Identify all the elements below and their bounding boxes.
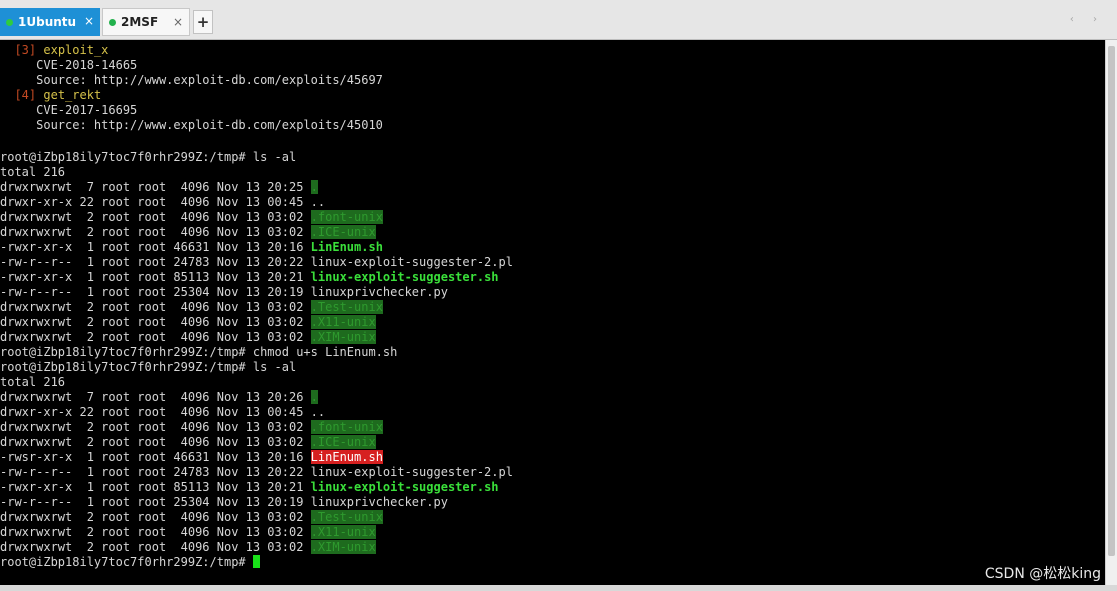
listing-meta: -rwxr-xr-x 1 root root 85113 Nov 13 20:2… bbox=[0, 480, 311, 494]
scrollbar-thumb[interactable] bbox=[1108, 46, 1115, 556]
prompt-line: root@iZbp18ily7toc7f0rhr299Z:/tmp# ls -a… bbox=[0, 150, 297, 164]
listing-row: -rwxr-xr-x 1 root root 85113 Nov 13 20:2… bbox=[0, 480, 499, 495]
listing-row: drwxrwxrwt 2 root root 4096 Nov 13 03:02… bbox=[0, 210, 383, 225]
bottom-border bbox=[0, 585, 1117, 591]
terminal-line: total 216 bbox=[0, 165, 66, 179]
exploit-name: get_rekt bbox=[36, 88, 102, 102]
listing-row: -rw-r--r-- 1 root root 25304 Nov 13 20:1… bbox=[0, 495, 448, 509]
tab-label: Ubuntu bbox=[26, 15, 77, 29]
listing-meta: drwxrwxrwt 2 root root 4096 Nov 13 03:02 bbox=[0, 225, 311, 239]
dir-name: .ICE-unix bbox=[310, 435, 376, 449]
dir-name: .XIM-unix bbox=[310, 540, 376, 554]
terminal-line: [4] get_rekt bbox=[0, 88, 101, 103]
listing-row: -rwsr-xr-x 1 root root 46631 Nov 13 20:1… bbox=[0, 450, 383, 465]
dir-name: .XIM-unix bbox=[310, 330, 376, 344]
listing-row: drwxrwxrwt 2 root root 4096 Nov 13 03:02… bbox=[0, 315, 376, 330]
listing-meta: drwxrwxrwt 2 root root 4096 Nov 13 03:02 bbox=[0, 420, 311, 434]
prompt-text: root@iZbp18ily7toc7f0rhr299Z:/tmp# bbox=[0, 555, 253, 569]
listing-row: -rwxr-xr-x 1 root root 85113 Nov 13 20:2… bbox=[0, 270, 499, 285]
listing-meta: drwxrwxrwt 2 root root 4096 Nov 13 03:02 bbox=[0, 210, 311, 224]
suid-file-name: LinEnum.sh bbox=[310, 450, 383, 464]
dir-name: . bbox=[310, 180, 318, 194]
dir-name: .font-unix bbox=[310, 210, 383, 224]
terminal-line: CVE-2018-14665 bbox=[0, 58, 138, 72]
status-dot-icon bbox=[109, 18, 116, 26]
listing-row: drwxrwxrwt 2 root root 4096 Nov 13 03:02… bbox=[0, 225, 376, 240]
listing-row: drwxrwxrwt 2 root root 4096 Nov 13 03:02… bbox=[0, 300, 383, 315]
new-tab-button[interactable]: + bbox=[193, 10, 213, 34]
dir-name: . bbox=[310, 390, 318, 404]
status-dot-icon bbox=[6, 18, 13, 26]
dir-name: .Test-unix bbox=[310, 510, 383, 524]
listing-row: -rw-r--r-- 1 root root 24783 Nov 13 20:2… bbox=[0, 255, 513, 269]
listing-row: drwxr-xr-x 22 root root 4096 Nov 13 00:4… bbox=[0, 195, 326, 209]
listing-meta: -rwsr-xr-x 1 root root 46631 Nov 13 20:1… bbox=[0, 450, 311, 464]
listing-row: drwxrwxrwt 2 root root 4096 Nov 13 03:02… bbox=[0, 435, 376, 450]
close-icon[interactable]: × bbox=[84, 14, 94, 28]
listing-meta: -rwxr-xr-x 1 root root 85113 Nov 13 20:2… bbox=[0, 270, 311, 284]
listing-meta: drwxrwxrwt 2 root root 4096 Nov 13 03:02 bbox=[0, 315, 311, 329]
prompt-line[interactable]: root@iZbp18ily7toc7f0rhr299Z:/tmp# bbox=[0, 555, 260, 570]
prompt-line: root@iZbp18ily7toc7f0rhr299Z:/tmp# ls -a… bbox=[0, 360, 297, 374]
close-icon[interactable]: × bbox=[173, 15, 183, 29]
listing-meta: drwxrwxrwt 7 root root 4096 Nov 13 20:25 bbox=[0, 180, 311, 194]
exploit-number: [4] bbox=[14, 88, 37, 102]
listing-meta: drwxrwxrwt 2 root root 4096 Nov 13 03:02 bbox=[0, 540, 311, 554]
listing-row: drwxrwxrwt 7 root root 4096 Nov 13 20:26… bbox=[0, 390, 318, 405]
terminal-line: Source: http://www.exploit-db.com/exploi… bbox=[0, 118, 383, 132]
terminal-output[interactable]: [3] exploit_x CVE-2018-14665 Source: htt… bbox=[0, 40, 1105, 585]
listing-row: -rw-r--r-- 1 root root 25304 Nov 13 20:1… bbox=[0, 285, 448, 299]
tab-ubuntu[interactable]: 1 Ubuntu × bbox=[0, 8, 100, 36]
executable-name: LinEnum.sh bbox=[310, 240, 383, 254]
tab-scroll-arrows-icon[interactable]: ‹ › bbox=[1070, 14, 1105, 25]
tab-label: MSF bbox=[129, 15, 159, 29]
tab-bar: 1 Ubuntu × 2 MSF × + ‹ › bbox=[0, 0, 1117, 40]
executable-name: linux-exploit-suggester.sh bbox=[310, 270, 499, 284]
listing-meta: drwxrwxrwt 2 root root 4096 Nov 13 03:02 bbox=[0, 510, 311, 524]
listing-row: -rwxr-xr-x 1 root root 46631 Nov 13 20:1… bbox=[0, 240, 383, 255]
listing-meta: drwxrwxrwt 2 root root 4096 Nov 13 03:02 bbox=[0, 330, 311, 344]
terminal-line: Source: http://www.exploit-db.com/exploi… bbox=[0, 73, 383, 87]
exploit-number: [3] bbox=[14, 43, 37, 57]
listing-row: -rw-r--r-- 1 root root 24783 Nov 13 20:2… bbox=[0, 465, 513, 479]
listing-row: drwxrwxrwt 7 root root 4096 Nov 13 20:25… bbox=[0, 180, 318, 195]
listing-row: drwxrwxrwt 2 root root 4096 Nov 13 03:02… bbox=[0, 525, 376, 540]
listing-row: drwxrwxrwt 2 root root 4096 Nov 13 03:02… bbox=[0, 510, 383, 525]
tab-number: 2 bbox=[121, 15, 130, 29]
listing-meta: drwxrwxrwt 2 root root 4096 Nov 13 03:02 bbox=[0, 300, 311, 314]
prompt-line: root@iZbp18ily7toc7f0rhr299Z:/tmp# chmod… bbox=[0, 345, 398, 359]
dir-name: .Test-unix bbox=[310, 300, 383, 314]
terminal-scrollbar[interactable] bbox=[1105, 40, 1117, 585]
terminal-line: total 216 bbox=[0, 375, 66, 389]
exploit-name: exploit_x bbox=[36, 43, 109, 57]
terminal-line: CVE-2017-16695 bbox=[0, 103, 138, 117]
terminal-line: [3] exploit_x bbox=[0, 43, 108, 58]
listing-meta: drwxrwxrwt 2 root root 4096 Nov 13 03:02 bbox=[0, 435, 311, 449]
cursor-icon bbox=[252, 555, 260, 568]
listing-meta: -rwxr-xr-x 1 root root 46631 Nov 13 20:1… bbox=[0, 240, 311, 254]
tab-msf[interactable]: 2 MSF × bbox=[102, 8, 190, 36]
dir-name: .X11-unix bbox=[310, 525, 376, 539]
listing-row: drwxrwxrwt 2 root root 4096 Nov 13 03:02… bbox=[0, 330, 376, 345]
listing-row: drwxrwxrwt 2 root root 4096 Nov 13 03:02… bbox=[0, 540, 376, 555]
listing-row: drwxr-xr-x 22 root root 4096 Nov 13 00:4… bbox=[0, 405, 326, 419]
dir-name: .font-unix bbox=[310, 420, 383, 434]
listing-meta: drwxrwxrwt 7 root root 4096 Nov 13 20:26 bbox=[0, 390, 311, 404]
dir-name: .ICE-unix bbox=[310, 225, 376, 239]
dir-name: .X11-unix bbox=[310, 315, 376, 329]
listing-row: drwxrwxrwt 2 root root 4096 Nov 13 03:02… bbox=[0, 420, 383, 435]
listing-meta: drwxrwxrwt 2 root root 4096 Nov 13 03:02 bbox=[0, 525, 311, 539]
tab-number: 1 bbox=[18, 15, 27, 29]
watermark-text: CSDN @松松king bbox=[984, 566, 1101, 582]
executable-name: linux-exploit-suggester.sh bbox=[310, 480, 499, 494]
